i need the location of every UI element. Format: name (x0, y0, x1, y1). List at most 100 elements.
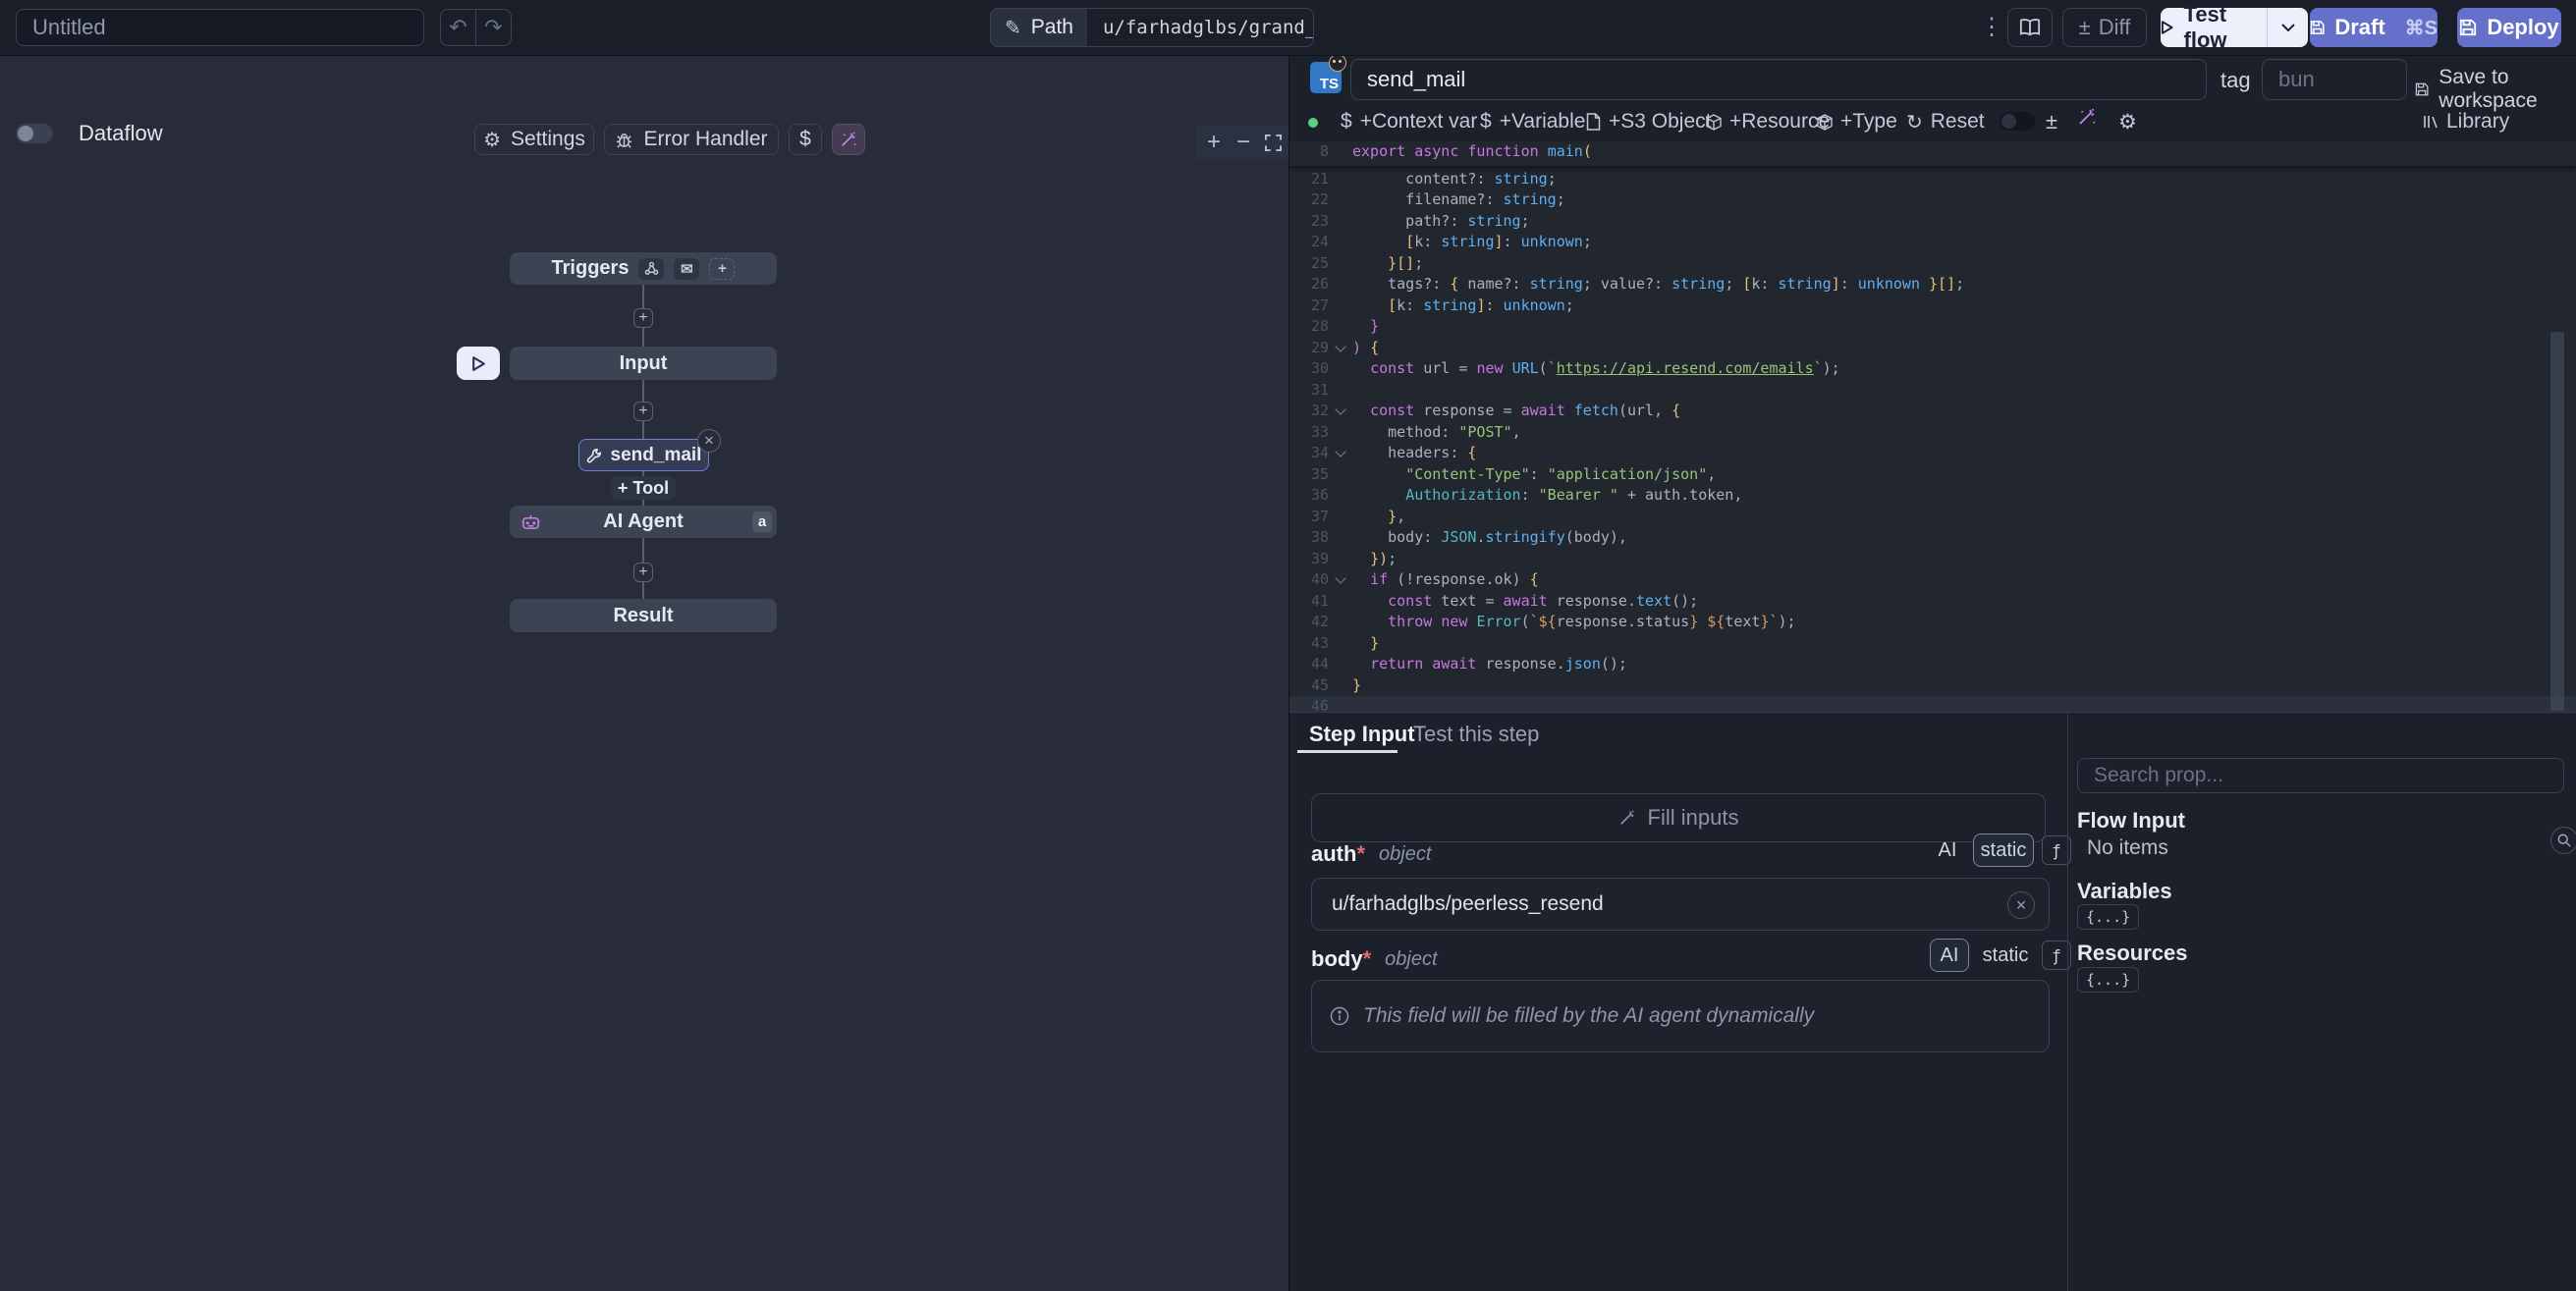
code-line[interactable]: 21 content?: string; (1289, 169, 2576, 190)
ai-assist-button[interactable] (2077, 107, 2097, 127)
ai-agent-node[interactable]: AI Agent a (510, 506, 777, 538)
code-line[interactable]: 34 headers: { (1289, 443, 2576, 464)
code-line[interactable]: 36 Authorization: "Bearer " + auth.token… (1289, 485, 2576, 507)
undo-button[interactable]: ↶ (440, 9, 476, 46)
auth-value-input[interactable]: u/farhadglbs/peerless_resend × (1311, 878, 2050, 931)
diff-mode-button[interactable]: ± (2046, 101, 2057, 142)
dollar-button[interactable]: $ (789, 124, 822, 155)
zoom-out-button[interactable]: − (1232, 129, 1255, 156)
test-flow-button[interactable]: Test flow (2161, 8, 2267, 47)
editor-scrollbar[interactable] (2550, 332, 2564, 711)
code-line[interactable]: 22 filename?: string; (1289, 189, 2576, 211)
dollar-icon: $ (799, 128, 811, 151)
step-name-input[interactable]: send_mail (1350, 59, 2207, 100)
language-badge: TS (1310, 62, 1342, 93)
dataflow-toggle[interactable] (16, 124, 53, 143)
fit-view-button[interactable] (1261, 134, 1285, 151)
draft-button[interactable]: Draft ⌘S (2310, 8, 2438, 47)
clear-auth-button[interactable]: × (2007, 891, 2035, 919)
code-line[interactable]: 35 "Content-Type": "application/json", (1289, 464, 2576, 486)
add-trigger-button[interactable]: + (709, 258, 735, 280)
code-line[interactable]: 44 return await response.json(); (1289, 654, 2576, 675)
add-s3-object-button[interactable]: +S3 Object (1586, 101, 1711, 142)
run-input-button[interactable] (457, 347, 500, 380)
diff-button[interactable]: ± Diff (2062, 8, 2147, 47)
code-line[interactable]: 30 const url = new URL(`https://api.rese… (1289, 358, 2576, 380)
redo-button[interactable]: ↷ (475, 9, 512, 46)
reset-code-button[interactable]: ↻ Reset (1906, 101, 1985, 142)
code-line[interactable]: 27 [k: string]: unknown; (1289, 296, 2576, 317)
prop-search-input[interactable]: Search prop... (2077, 758, 2564, 793)
add-variable-button[interactable]: $+Variable (1480, 101, 1585, 142)
body-ai-option[interactable]: AI (1930, 939, 1969, 972)
code-editor[interactable]: 20 attachments?: {21 content?: string;22… (1289, 141, 2576, 712)
code-line[interactable]: 33 method: "POST", (1289, 422, 2576, 444)
active-tab-underline (1297, 750, 1398, 753)
code-line[interactable]: 31 (1289, 380, 2576, 402)
editor-mode-toggle[interactable] (2000, 112, 2035, 131)
add-tool-button[interactable]: + Tool (611, 476, 676, 500)
settings-label: Settings (511, 128, 585, 151)
editor-settings-button[interactable]: ⚙ (2118, 101, 2137, 142)
flow-canvas[interactable]: Dataflow ⚙ Settings Error Handler $ + − … (0, 56, 1288, 1291)
tab-step-input[interactable]: Step Input (1309, 722, 1415, 747)
code-line[interactable]: 42 throw new Error(`${response.status} $… (1289, 612, 2576, 633)
auth-ai-option[interactable]: AI (1930, 834, 1965, 867)
insert-step-button-1[interactable]: + (633, 308, 653, 328)
plus-minus-icon: ± (2079, 15, 2091, 40)
code-line[interactable]: 26 tags?: { name?: string; value?: strin… (1289, 274, 2576, 296)
add-context-var-button[interactable]: $+Context var (1341, 101, 1477, 142)
add-type-button[interactable]: +Type (1817, 101, 1897, 142)
result-node[interactable]: Result (510, 599, 777, 632)
deploy-label: Deploy (2487, 15, 2558, 40)
code-line[interactable]: 45} (1289, 675, 2576, 697)
code-line[interactable]: 29) { (1289, 338, 2576, 359)
add-resource-button[interactable]: +Resource (1706, 101, 1830, 142)
result-node-label: Result (613, 605, 673, 627)
refresh-icon: ↻ (1906, 110, 1923, 134)
code-line[interactable]: 23 path?: string; (1289, 211, 2576, 233)
email-trigger-button[interactable]: ✉ (674, 258, 699, 280)
insert-step-button-2[interactable]: + (633, 402, 653, 421)
library-button[interactable]: Library (2423, 101, 2509, 142)
book-icon (2019, 18, 2041, 37)
prop-picker-search-button[interactable] (2550, 827, 2576, 854)
code-line[interactable]: 39 }); (1289, 549, 2576, 570)
code-line[interactable]: 41 const text = await response.text(); (1289, 591, 2576, 613)
code-line[interactable]: 24 [k: string]: unknown; (1289, 232, 2576, 253)
more-menu-button[interactable]: ⋮ (1980, 12, 2001, 43)
triggers-node[interactable]: Triggers ✉ + (510, 252, 777, 285)
input-node[interactable]: Input (510, 347, 777, 380)
chevron-down-icon (2281, 24, 2295, 32)
body-static-option[interactable]: static (1977, 939, 2034, 972)
code-line[interactable]: 32 const response = await fetch(url, { (1289, 401, 2576, 422)
path-editor[interactable]: ✎ Path u/farhadglbs/grand_flow (990, 8, 1314, 47)
resources-object-chip[interactable]: {...} (2077, 967, 2139, 993)
auth-static-option[interactable]: static (1973, 834, 2034, 867)
webhook-trigger-button[interactable] (638, 258, 664, 280)
flow-title-input[interactable]: Untitled (16, 9, 424, 46)
code-line[interactable]: 25 }[]; (1289, 253, 2576, 275)
code-line[interactable]: 43 } (1289, 633, 2576, 655)
code-line[interactable]: 28 } (1289, 316, 2576, 338)
error-handler-button[interactable]: Error Handler (604, 124, 779, 155)
remove-tool-button[interactable]: × (697, 429, 721, 453)
undo-icon: ↶ (449, 15, 466, 40)
variables-object-chip[interactable]: {...} (2077, 904, 2139, 930)
test-flow-dropdown[interactable] (2267, 8, 2308, 47)
code-line[interactable]: 40 if (!response.ok) { (1289, 569, 2576, 591)
docs-button[interactable] (2007, 8, 2053, 47)
settings-button[interactable]: ⚙ Settings (474, 124, 594, 155)
zoom-in-button[interactable]: + (1202, 129, 1226, 156)
insert-step-button-3[interactable]: + (633, 563, 653, 582)
tab-test-this-step[interactable]: Test this step (1413, 722, 1539, 747)
code-line[interactable]: 37 }, (1289, 507, 2576, 528)
top-bar: Untitled ↶ ↷ ✎ Path u/farhadglbs/grand_f… (0, 0, 2576, 56)
tag-input[interactable]: bun (2262, 59, 2407, 100)
ai-wand-button[interactable] (832, 124, 865, 155)
code-line[interactable]: 38 body: JSON.stringify(body), (1289, 527, 2576, 549)
dataflow-label: Dataflow (79, 121, 163, 146)
send-mail-node[interactable]: send_mail (578, 439, 709, 471)
deploy-button[interactable]: Deploy (2457, 8, 2561, 47)
code-line[interactable]: 46 (1289, 696, 2576, 712)
